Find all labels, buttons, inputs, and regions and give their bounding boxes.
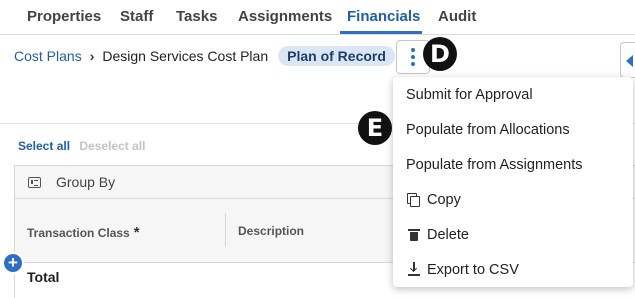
menu-item-label: Populate from Allocations <box>406 121 570 138</box>
tab-tasks[interactable]: Tasks <box>176 8 217 25</box>
menu-item-label: Submit for Approval <box>406 86 533 103</box>
group-by-label: Group By <box>56 174 116 190</box>
menu-item-copy[interactable]: Copy <box>393 182 633 217</box>
more-vertical-icon <box>411 48 415 66</box>
trash-icon <box>407 228 421 242</box>
breadcrumb-cost-plans-link[interactable]: Cost Plans <box>14 48 82 64</box>
selection-controls: Select all Deselect all <box>18 139 145 153</box>
select-all-link[interactable]: Select all <box>18 139 70 153</box>
status-badge: Plan of Record <box>278 46 395 66</box>
required-asterisk: * <box>133 224 140 241</box>
menu-item-submit-for-approval[interactable]: Submit for Approval <box>393 77 633 112</box>
breadcrumb: Cost Plans › Design Services Cost Plan P… <box>14 46 395 66</box>
more-actions-menu: Submit for Approval Populate from Alloca… <box>393 77 633 287</box>
export-icon <box>407 262 421 276</box>
menu-item-label: Delete <box>427 226 469 243</box>
tab-audit[interactable]: Audit <box>438 8 476 25</box>
tab-bar: Properties Staff Tasks Assignments Finan… <box>0 0 635 35</box>
menu-item-delete[interactable]: Delete <box>393 217 633 252</box>
menu-item-label: Copy <box>427 191 461 208</box>
column-separator[interactable] <box>225 213 226 247</box>
tab-properties[interactable]: Properties <box>27 8 101 25</box>
menu-item-label: Export to CSV <box>427 261 519 278</box>
column-header-label: Transaction Class <box>27 226 130 240</box>
total-row-label: Total <box>27 269 60 285</box>
callout-marker-d: D <box>423 37 457 71</box>
column-header-transaction-class[interactable]: Transaction Class * <box>27 224 140 241</box>
active-tab-indicator <box>340 31 422 34</box>
collapse-panel-button[interactable] <box>620 42 635 78</box>
menu-item-export-to-csv[interactable]: Export to CSV <box>393 252 633 287</box>
chevron-left-icon <box>626 55 633 67</box>
group-by-icon <box>28 177 41 188</box>
tab-staff[interactable]: Staff <box>120 8 153 25</box>
deselect-all-link: Deselect all <box>79 139 146 153</box>
menu-item-populate-from-assignments[interactable]: Populate from Assignments <box>393 147 633 182</box>
page-title: Design Services Cost Plan <box>102 48 269 64</box>
menu-item-populate-from-allocations[interactable]: Populate from Allocations <box>393 112 633 147</box>
copy-icon <box>407 193 421 207</box>
callout-marker-e: E <box>358 111 392 145</box>
breadcrumb-separator: › <box>89 48 95 64</box>
tab-assignments[interactable]: Assignments <box>238 8 332 25</box>
menu-item-label: Populate from Assignments <box>406 156 583 173</box>
tab-financials[interactable]: Financials <box>347 8 420 25</box>
add-row-button[interactable]: + <box>2 252 24 274</box>
column-header-description[interactable]: Description <box>238 224 304 238</box>
